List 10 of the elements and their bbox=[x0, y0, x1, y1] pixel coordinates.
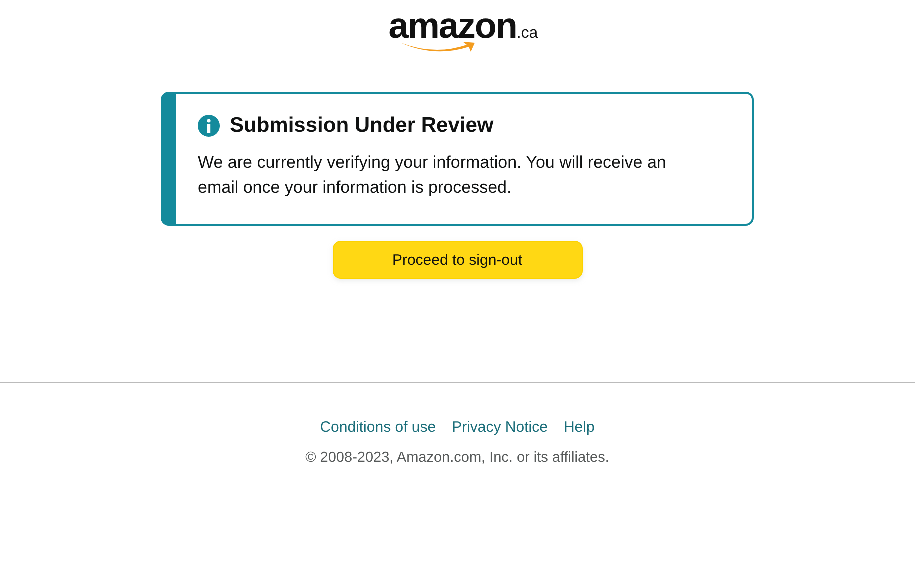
copyright-text: © 2008-2023, Amazon.com, Inc. or its affiliates. bbox=[304, 450, 610, 466]
domain-suffix: .ca bbox=[516, 25, 538, 43]
sign-out-button[interactable]: Proceed to sign-out bbox=[332, 241, 582, 279]
wordmark-logo[interactable]: amazon bbox=[388, 8, 517, 44]
footer-link[interactable]: Privacy Notice bbox=[452, 419, 548, 436]
footer-link[interactable]: Conditions of use bbox=[320, 419, 436, 436]
footer-link[interactable]: Help bbox=[564, 419, 595, 436]
alert-message: We are currently verifying your information. You will receive an email once your information is processed. bbox=[198, 152, 668, 199]
alert-title: Submission Under Review bbox=[230, 114, 494, 138]
info-icon bbox=[198, 115, 220, 137]
